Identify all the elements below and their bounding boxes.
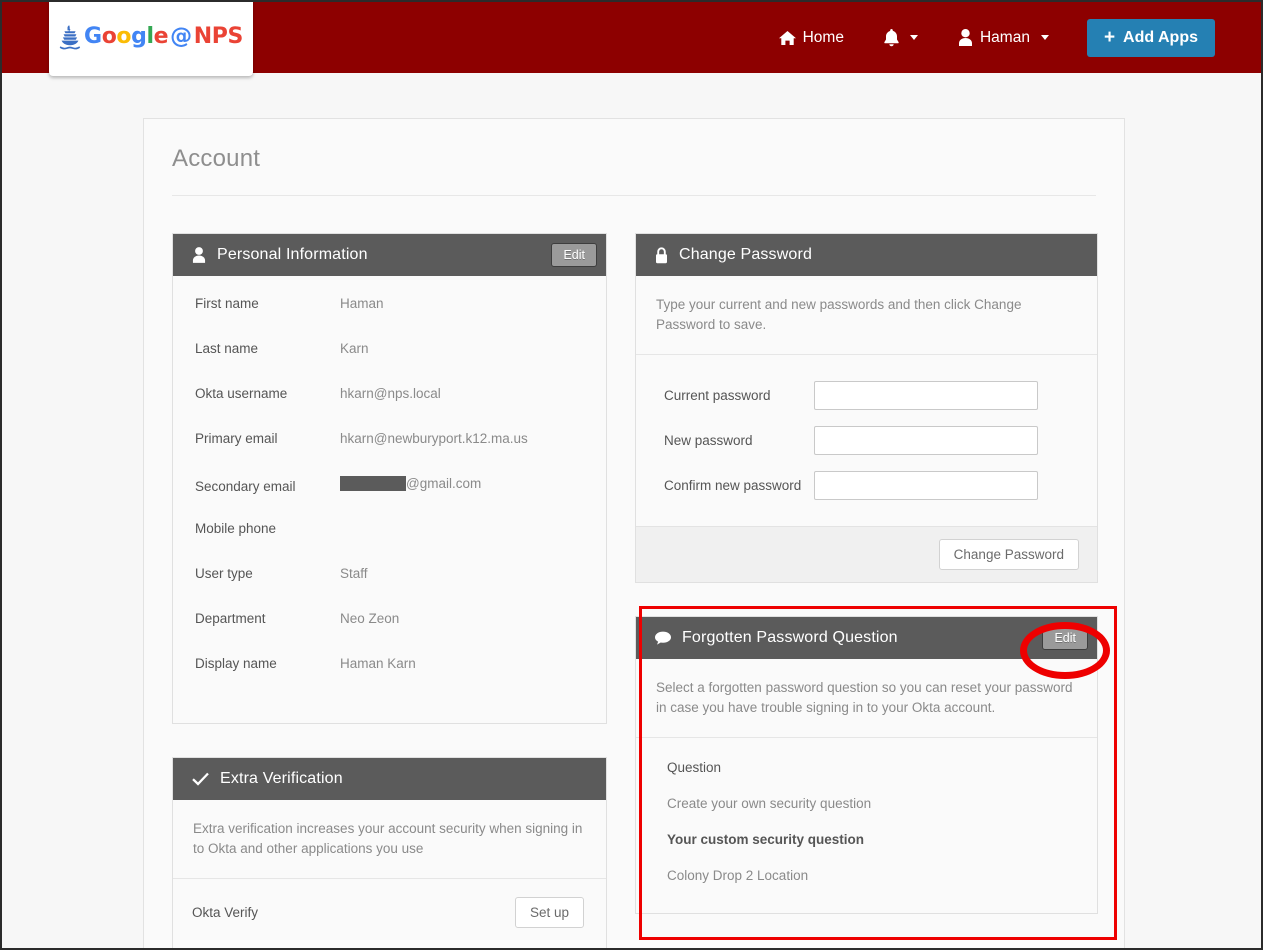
current-password-input[interactable] <box>814 381 1038 410</box>
nav-item-home[interactable]: Home <box>759 29 864 47</box>
info-value: Haman <box>340 296 384 311</box>
info-label: Primary email <box>195 431 278 446</box>
info-row: Mobile phone <box>195 521 584 566</box>
info-value: hkarn@nps.local <box>340 386 441 401</box>
form-row: Confirm new password <box>664 471 1072 500</box>
change-password-form: Current password New password Confirm ne… <box>636 355 1097 526</box>
info-value-redacted: @gmail.com <box>340 476 481 491</box>
chevron-down-icon <box>1040 35 1049 40</box>
question-heading: Question <box>667 760 722 775</box>
okta-verify-setup-button[interactable]: Set up <box>514 897 584 928</box>
change-password-title: Change Password <box>679 246 812 263</box>
nav-item-user-label: Haman <box>979 28 1030 46</box>
user-icon <box>192 247 206 263</box>
info-label: Department <box>195 611 266 626</box>
info-label: Last name <box>195 341 259 356</box>
info-label: Okta username <box>195 386 288 401</box>
info-row: Secondary email @gmail.com <box>195 476 584 521</box>
ship-icon <box>59 24 81 50</box>
forgotten-password-question-title: Forgotten Password Question <box>682 629 898 646</box>
info-value: hkarn@newburyport.k12.ma.us <box>340 431 528 446</box>
info-label: Display name <box>195 656 277 671</box>
nav-item-home-label: Home <box>802 28 844 46</box>
info-row: Primary email hkarn@newburyport.k12.ma.u… <box>195 431 584 476</box>
info-label: User type <box>195 566 253 581</box>
page-columns: Personal Information Edit First name Ham… <box>144 233 1126 948</box>
extra-verification-description: Extra verification increases your accoun… <box>173 800 606 879</box>
info-label: Mobile phone <box>195 521 277 536</box>
header-nav: Home Haman + Add Apps <box>759 2 1215 73</box>
change-password-description: Type your current and new passwords and … <box>636 276 1097 355</box>
extra-verification-card: Extra Verification Extra verification in… <box>172 757 607 948</box>
confirm-new-password-label: Confirm new password <box>664 478 802 493</box>
plus-icon: + <box>1103 27 1116 48</box>
right-column: Change Password Type your current and ne… <box>607 233 1098 948</box>
brand-logo[interactable]: Google@NPS <box>49 2 253 76</box>
nav-item-notifications[interactable] <box>864 28 938 47</box>
forgotten-password-question-card: Forgotten Password Question Edit Select … <box>635 616 1098 914</box>
info-value: Staff <box>340 566 368 581</box>
info-value: Neo Zeon <box>340 611 400 626</box>
speech-bubble-icon <box>655 631 671 645</box>
forgotten-password-question-description: Select a forgotten password question so … <box>636 659 1097 738</box>
top-navigation-bar: Google@NPS Home Haman + Add Apps <box>2 2 1261 76</box>
confirm-new-password-input[interactable] <box>814 471 1038 500</box>
account-page-container: Account Personal Information Edit First … <box>143 118 1126 948</box>
nav-item-user[interactable]: Haman <box>938 29 1069 47</box>
check-icon <box>192 772 209 786</box>
new-password-label: New password <box>664 433 753 448</box>
custom-question-label: Your custom security question <box>667 832 865 847</box>
redaction-bar <box>340 476 406 491</box>
verification-factor-row: Okta Verify Set up <box>173 879 606 948</box>
forgotten-password-question-details: Question Create your own security questi… <box>636 738 1097 913</box>
info-value: Haman Karn <box>340 656 416 671</box>
page-title: Account <box>172 145 261 172</box>
left-column: Personal Information Edit First name Ham… <box>144 233 607 948</box>
forgotten-password-question-header: Forgotten Password Question Edit <box>636 617 1097 659</box>
personal-information-header: Personal Information Edit <box>173 234 606 276</box>
home-icon <box>778 30 796 46</box>
app-window: Google@NPS Home Haman + Add Apps Account… <box>0 0 1263 950</box>
change-password-card: Change Password Type your current and ne… <box>635 233 1098 583</box>
info-value: Karn <box>340 341 369 356</box>
question-selected-option: Create your own security question <box>667 796 872 811</box>
info-row: User type Staff <box>195 566 584 611</box>
info-value: @gmail.com <box>406 476 482 491</box>
change-password-submit-button[interactable]: Change Password <box>938 539 1079 570</box>
info-row: First name Haman <box>195 296 584 341</box>
title-divider <box>172 195 1096 196</box>
change-password-footer: Change Password <box>636 526 1097 582</box>
add-apps-button[interactable]: + Add Apps <box>1086 18 1215 57</box>
verification-factor-name: Okta Verify <box>192 905 259 920</box>
forgotten-password-question-edit-button[interactable]: Edit <box>1042 626 1088 650</box>
personal-information-title: Personal Information <box>217 246 368 263</box>
info-row: Display name Haman Karn <box>195 656 584 701</box>
personal-information-body: First name Haman Last name Karn Okta use… <box>173 276 606 723</box>
info-row: Department Neo Zeon <box>195 611 584 656</box>
current-password-label: Current password <box>664 388 771 403</box>
info-label: Secondary email <box>195 479 296 494</box>
new-password-input[interactable] <box>814 426 1038 455</box>
custom-question-value: Colony Drop 2 Location <box>667 868 809 883</box>
info-row: Last name Karn <box>195 341 584 386</box>
form-row: Current password <box>664 381 1072 410</box>
user-icon <box>958 29 973 46</box>
brand-logo-text: Google@NPS <box>84 24 243 49</box>
info-row: Okta username hkarn@nps.local <box>195 386 584 431</box>
personal-information-edit-button[interactable]: Edit <box>551 243 597 267</box>
add-apps-label: Add Apps <box>1123 28 1198 46</box>
extra-verification-title: Extra Verification <box>220 770 343 787</box>
extra-verification-header: Extra Verification <box>173 758 606 800</box>
change-password-header: Change Password <box>636 234 1097 276</box>
info-label: First name <box>195 296 259 311</box>
bell-icon <box>884 28 899 47</box>
form-row: New password <box>664 426 1072 455</box>
personal-information-card: Personal Information Edit First name Ham… <box>172 233 607 724</box>
lock-icon <box>655 246 668 264</box>
chevron-down-icon <box>909 35 918 40</box>
